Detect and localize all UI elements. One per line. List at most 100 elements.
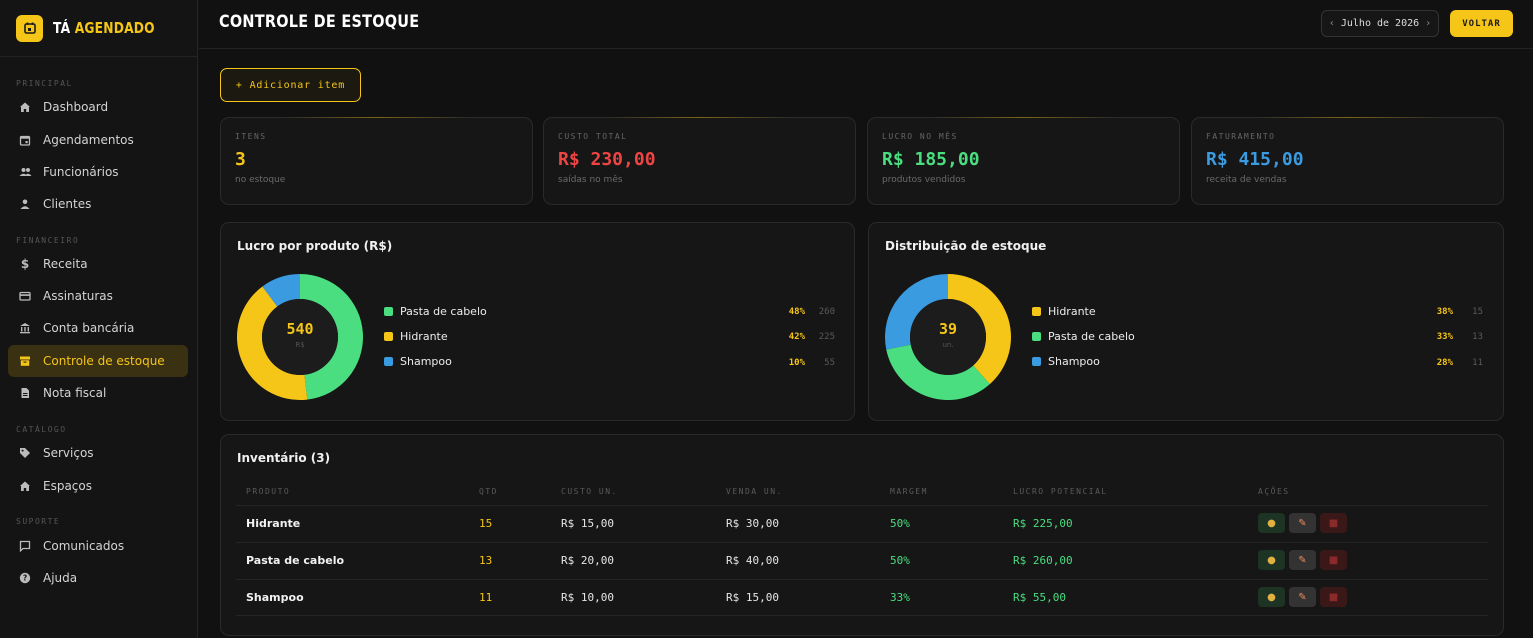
page-title: CONTROLE DE ESTOQUE	[219, 12, 420, 32]
money-bag-icon: ●	[1267, 591, 1276, 603]
chevron-right-icon[interactable]: ›	[1425, 18, 1431, 29]
svg-text:?: ?	[23, 574, 27, 583]
chart-title: Lucro por produto (R$)	[237, 239, 393, 253]
profit-donut-chart	[236, 274, 364, 400]
month-picker[interactable]: ‹ Julho de 2026 ›	[1321, 10, 1439, 37]
user-icon	[18, 197, 32, 211]
stat-value: 3	[235, 149, 246, 170]
legend-swatch	[1032, 306, 1041, 316]
pencil-icon: ✎	[1298, 591, 1307, 603]
sidebar-item-espacos[interactable]: Espaços	[8, 470, 188, 502]
sidebar-item-label: Espaços	[43, 479, 92, 493]
sidebar-item-servicos[interactable]: Serviços	[8, 437, 188, 469]
sidebar-item-ajuda[interactable]: ? Ajuda	[8, 562, 188, 594]
cell-lucro: R$ 55,00	[1013, 591, 1066, 604]
column-header-lucro: LUCRO POTENCIAL	[1013, 487, 1108, 496]
inventory-icon	[18, 354, 32, 368]
sidebar-item-controle-de-estoque[interactable]: Controle de estoque	[8, 345, 188, 377]
legend-percent: 42%	[788, 332, 805, 342]
legend-item: Pasta de cabelo	[384, 303, 487, 319]
sidebar-item-label: Funcionários	[43, 165, 119, 179]
legend-label: Pasta de cabelo	[1048, 329, 1135, 343]
sidebar-item-nota-fiscal[interactable]: Nota fiscal	[8, 377, 188, 409]
trash-icon: ■	[1328, 517, 1339, 529]
donut-hole	[910, 299, 986, 375]
stat-sub: receita de vendas	[1206, 175, 1287, 185]
stock-donut-chart	[885, 274, 1011, 400]
trash-icon: ■	[1328, 554, 1339, 566]
cell-produto: Pasta de cabelo	[246, 554, 345, 567]
delete-button[interactable]: ■	[1320, 513, 1347, 533]
legend-swatch	[384, 331, 393, 341]
donut-hole	[262, 299, 338, 375]
brand-word-2: AGENDADO	[74, 19, 155, 37]
sidebar-item-receita[interactable]: $ Receita	[8, 248, 188, 280]
cell-margem: 50%	[890, 554, 910, 567]
legend-item: Hidrante	[1032, 303, 1096, 319]
legend-percent: 48%	[788, 307, 805, 317]
edit-button[interactable]: ✎	[1289, 550, 1316, 570]
nav-section-catalogo: CATÁLOGO	[16, 425, 67, 434]
cell-produto: Shampoo	[246, 591, 304, 604]
legend-value: 55	[824, 358, 835, 368]
sell-button[interactable]: ●	[1258, 513, 1285, 533]
sidebar-item-funcionarios[interactable]: Funcionários	[8, 156, 188, 188]
stat-card-lucro-no-mes: LUCRO NO MÊS R$ 185,00 produtos vendidos	[867, 117, 1180, 205]
sidebar-item-agendamentos[interactable]: Agendamentos	[8, 124, 188, 156]
table-row[interactable]: Pasta de cabelo 13 R$ 20,00 R$ 40,00 50%…	[236, 542, 1488, 579]
nav-section-suporte: SUPORTE	[16, 517, 61, 526]
sidebar-item-clientes[interactable]: Clientes	[8, 188, 188, 220]
legend-swatch	[384, 306, 393, 316]
sidebar-item-conta-bancaria[interactable]: Conta bancária	[8, 312, 188, 344]
legend-swatch	[384, 356, 393, 366]
sell-button[interactable]: ●	[1258, 587, 1285, 607]
table-row[interactable]: Shampoo 11 R$ 10,00 R$ 15,00 33% R$ 55,0…	[236, 579, 1488, 616]
sidebar-item-label: Receita	[43, 257, 88, 271]
legend-item: Hidrante	[384, 328, 448, 344]
legend-label: Shampoo	[1048, 354, 1100, 368]
sidebar-item-label: Conta bancária	[43, 321, 135, 335]
pencil-icon: ✎	[1298, 517, 1307, 529]
inventory-title: Inventário (3)	[237, 451, 331, 465]
stat-card-custo-total: CUSTO TOTAL R$ 230,00 saídas no mês	[543, 117, 856, 205]
sidebar-item-comunicados[interactable]: Comunicados	[8, 530, 188, 562]
cell-produto: Hidrante	[246, 517, 301, 530]
edit-button[interactable]: ✎	[1289, 587, 1316, 607]
profit-chart-card: Lucro por produto (R$) 540 R$ Pasta de c…	[220, 222, 855, 421]
legend-percent: 33%	[1436, 332, 1453, 342]
table-row[interactable]: Hidrante 15 R$ 15,00 R$ 30,00 50% R$ 225…	[236, 505, 1488, 542]
users-icon	[18, 165, 32, 179]
cell-venda: R$ 40,00	[726, 554, 779, 567]
chevron-left-icon[interactable]: ‹	[1329, 18, 1335, 29]
card-icon	[18, 289, 32, 303]
pencil-icon: ✎	[1298, 554, 1307, 566]
sell-button[interactable]: ●	[1258, 550, 1285, 570]
edit-button[interactable]: ✎	[1289, 513, 1316, 533]
legend-label: Pasta de cabelo	[400, 304, 487, 318]
chart-title: Distribuição de estoque	[885, 239, 1047, 253]
stat-card-faturamento: FATURAMENTO R$ 415,00 receita de vendas	[1191, 117, 1504, 205]
trash-icon: ■	[1328, 591, 1339, 603]
delete-button[interactable]: ■	[1320, 550, 1347, 570]
column-header-acoes: AÇÕES	[1258, 487, 1290, 496]
cell-custo: R$ 20,00	[561, 554, 614, 567]
sidebar-item-assinaturas[interactable]: Assinaturas	[8, 280, 188, 312]
sidebar-item-label: Agendamentos	[43, 133, 134, 147]
inventory-card: Inventário (3) PRODUTO QTD CUSTO UN. VEN…	[220, 434, 1504, 636]
home-icon	[18, 479, 32, 493]
sidebar-item-label: Ajuda	[43, 571, 78, 585]
cell-venda: R$ 15,00	[726, 591, 779, 604]
sidebar-item-label: Controle de estoque	[43, 354, 165, 368]
legend-swatch	[1032, 356, 1041, 366]
cell-custo: R$ 10,00	[561, 591, 614, 604]
cell-lucro: R$ 260,00	[1013, 554, 1073, 567]
help-icon: ?	[18, 571, 32, 585]
cell-qtd: 11	[479, 591, 493, 604]
stat-sub: saídas no mês	[558, 175, 623, 185]
back-button[interactable]: VOLTAR	[1450, 10, 1513, 37]
sidebar-item-dashboard[interactable]: Dashboard	[8, 91, 188, 123]
dollar-icon: $	[20, 257, 30, 271]
add-item-button[interactable]: + Adicionar item	[220, 68, 361, 102]
delete-button[interactable]: ■	[1320, 587, 1347, 607]
brand[interactable]: TÁ AGENDADO	[0, 0, 197, 57]
